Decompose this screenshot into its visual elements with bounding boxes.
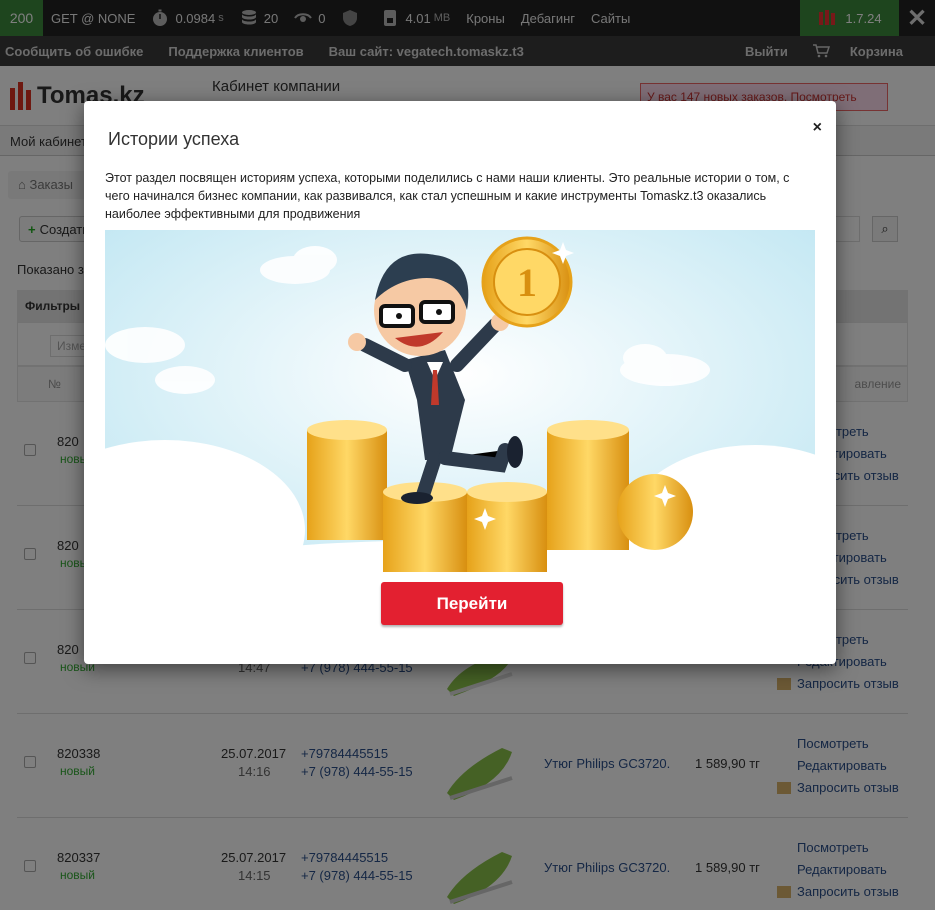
businessman-coins-illustration: 1 [105, 230, 815, 590]
success-illustration: 1 [105, 230, 815, 590]
success-stories-modal: Истории успеха × Этот раздел посвящен ис… [84, 101, 836, 664]
go-button[interactable]: Перейти [381, 582, 563, 625]
modal-close-button[interactable]: × [813, 119, 822, 137]
coin-number: 1 [517, 260, 537, 305]
modal-title: Истории успеха [108, 129, 240, 149]
modal-description: Этот раздел посвящен историям успеха, ко… [105, 171, 790, 221]
